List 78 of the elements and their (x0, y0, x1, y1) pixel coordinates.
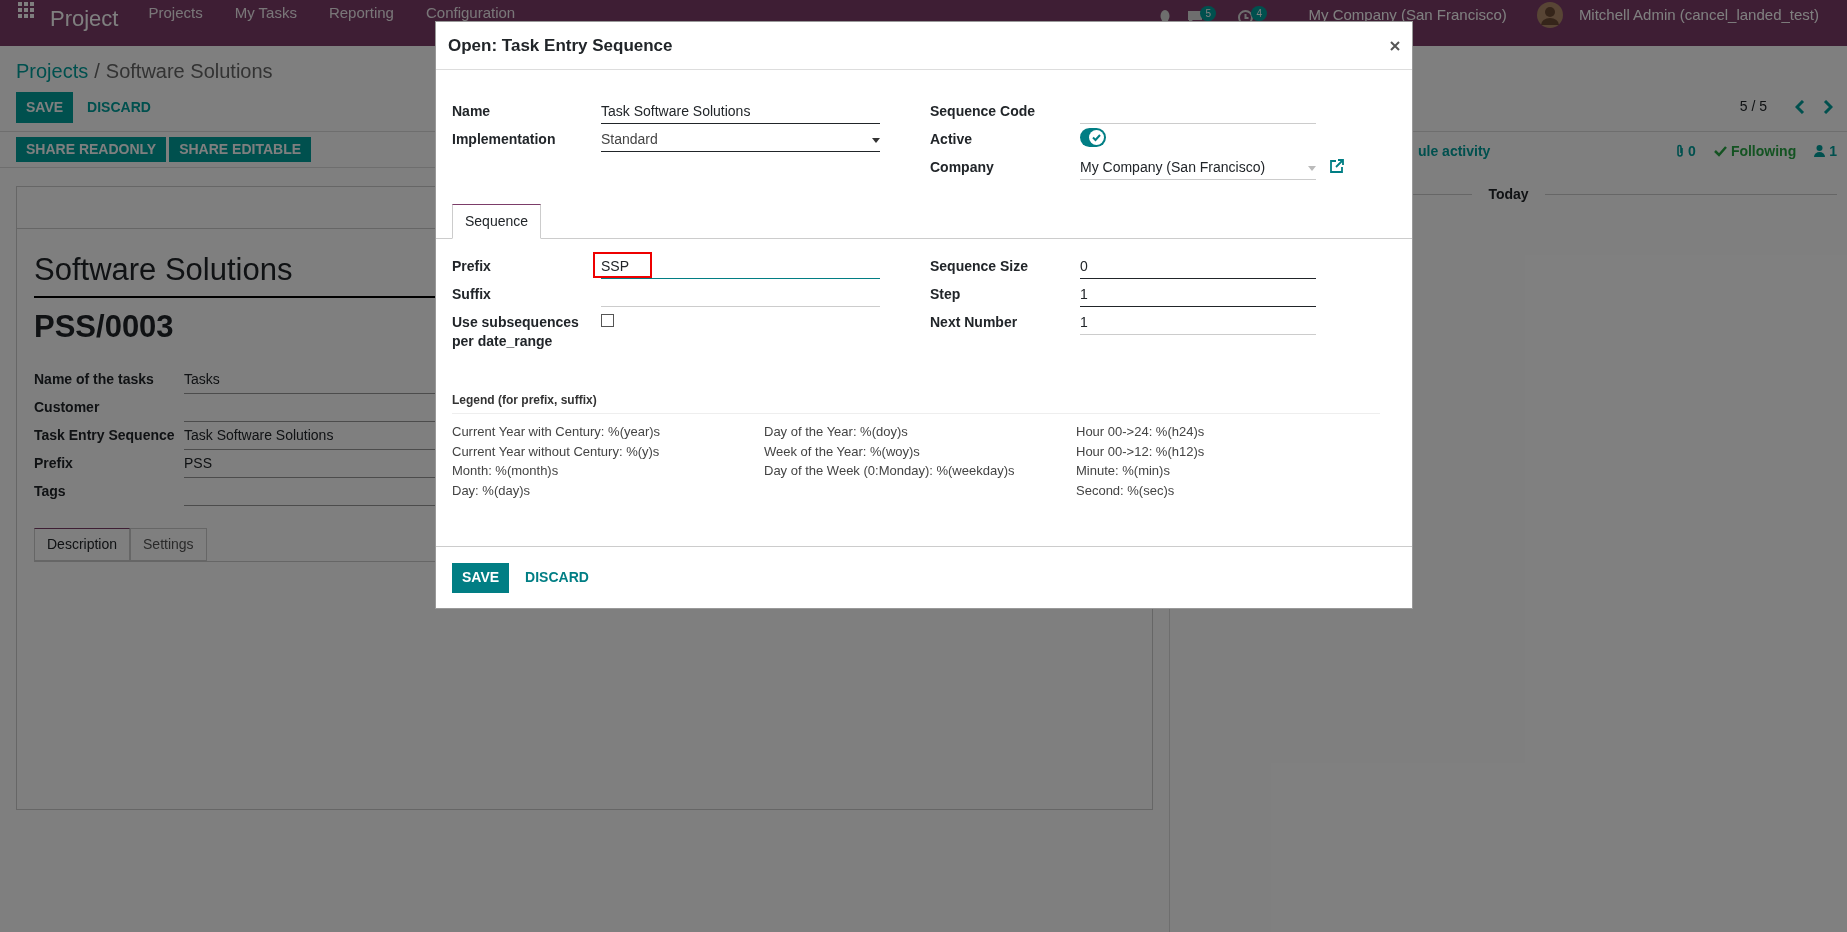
record-code: PSS/0003 (34, 307, 174, 346)
followers-button[interactable]: 1 (1814, 140, 1837, 162)
legend-item: Current Year without Century: %(y)s (452, 442, 661, 461)
share-button[interactable]: SHARE READONLY (16, 137, 167, 162)
discard-button[interactable]: DISCARD (77, 92, 161, 123)
legend-item: Day of the Year: %(doy)s (764, 423, 909, 441)
checkbox[interactable] (601, 314, 614, 327)
caret-icon (1308, 166, 1316, 171)
count-badge: 4 (1251, 5, 1268, 21)
discard-button[interactable]: DISCARD (513, 562, 601, 593)
field-label: Step (930, 285, 962, 304)
tab[interactable]: Description (34, 528, 131, 561)
apps-icon[interactable] (18, 2, 34, 18)
count-badge: 5 (1200, 5, 1217, 21)
field-label: Name of the tasks (34, 370, 155, 389)
pager-value: 5 / 5 (1739, 97, 1767, 116)
external-link-icon[interactable] (1330, 159, 1344, 173)
field-label: Prefix (34, 454, 74, 473)
field-label: Task Entry Sequence (34, 426, 176, 445)
close-icon (1390, 40, 1400, 51)
toggle-switch[interactable] (1080, 128, 1106, 147)
check-icon (1713, 145, 1727, 157)
breadcrumb-link[interactable]: Projects (16, 56, 89, 86)
close-button[interactable] (1390, 40, 1400, 51)
menu-item[interactable]: My Tasks (234, 2, 297, 25)
field-label: Customer (34, 398, 101, 417)
legend-item: Hour 00->24: %(h24)s (1076, 423, 1206, 441)
legend-item: Second: %(sec)s (1076, 481, 1176, 500)
input-field[interactable]: My Company (San Francisco) (1080, 156, 1316, 180)
legend-item: Minute: %(min)s (1076, 462, 1171, 480)
field-label: Sequence Code (930, 102, 1037, 121)
input-field[interactable]: 1 (1080, 311, 1316, 335)
field-label: Prefix (452, 257, 492, 276)
chevron-left-icon (1795, 99, 1805, 114)
legend-item: Week of the Year: %(woy)s (764, 442, 921, 461)
legend-item: Current Year with Century: %(year)s (452, 423, 662, 441)
schedule-activity-link[interactable]: ule activity (1418, 140, 1491, 162)
share-button[interactable]: SHARE EDITABLE (169, 137, 312, 162)
field-label: Name (452, 102, 492, 121)
tab[interactable]: Sequence (452, 204, 542, 239)
field-label: Tags (34, 482, 67, 501)
save-button[interactable]: SAVE (16, 92, 74, 123)
legend-item: Hour 00->12: %(h12)s (1076, 442, 1206, 461)
input-field[interactable]: Task Software Solutions (601, 100, 880, 124)
legend-item: Day: %(day)s (452, 481, 532, 500)
check-icon (1089, 130, 1104, 145)
attachments-button[interactable]: 0 (1675, 140, 1696, 162)
legend-item: Month: %(month)s (452, 462, 560, 480)
breadcrumb-separator: / (94, 59, 100, 84)
field-label: Company (930, 158, 995, 177)
dialog-title: Open: Task Entry Sequence (448, 34, 673, 57)
input-field[interactable]: 1 (1080, 283, 1316, 307)
input-field[interactable]: 0 (1080, 255, 1316, 279)
field-label: Sequence Size (930, 257, 1030, 276)
field-label: Implementation (452, 130, 557, 149)
menu-item[interactable]: Projects (148, 2, 203, 25)
legend-item: Day of the Week (0:Monday): %(weekday)s (764, 462, 1016, 480)
menu-item[interactable]: Configuration (425, 2, 516, 25)
save-button[interactable]: SAVE (452, 562, 510, 593)
tab[interactable]: Settings (130, 528, 207, 561)
legend-title: Legend (for prefix, suffix) (452, 391, 1380, 414)
menu-item[interactable]: Reporting (328, 2, 394, 25)
caret-icon (872, 138, 880, 143)
date-separator: Today (1488, 185, 1529, 204)
field-label: Suffix (452, 285, 492, 304)
input-field[interactable]: SSP (601, 255, 880, 279)
select-field[interactable]: Standard (601, 128, 880, 152)
user-menu[interactable]: Mitchell Admin (cancel_landed_test) (1578, 3, 1819, 27)
paperclip-icon (1675, 144, 1686, 158)
field-label: Active (930, 130, 974, 149)
chevron-right-icon (1823, 99, 1833, 114)
app-title: Project (50, 5, 119, 33)
following-button[interactable]: Following (1713, 140, 1797, 162)
person-icon (1814, 145, 1826, 157)
breadcrumb-current: Software Solutions (105, 59, 273, 84)
avatar-icon (1536, 2, 1563, 28)
field-label: Next Number (930, 313, 1019, 332)
field-label: Use subsequences per date_range (452, 313, 580, 351)
